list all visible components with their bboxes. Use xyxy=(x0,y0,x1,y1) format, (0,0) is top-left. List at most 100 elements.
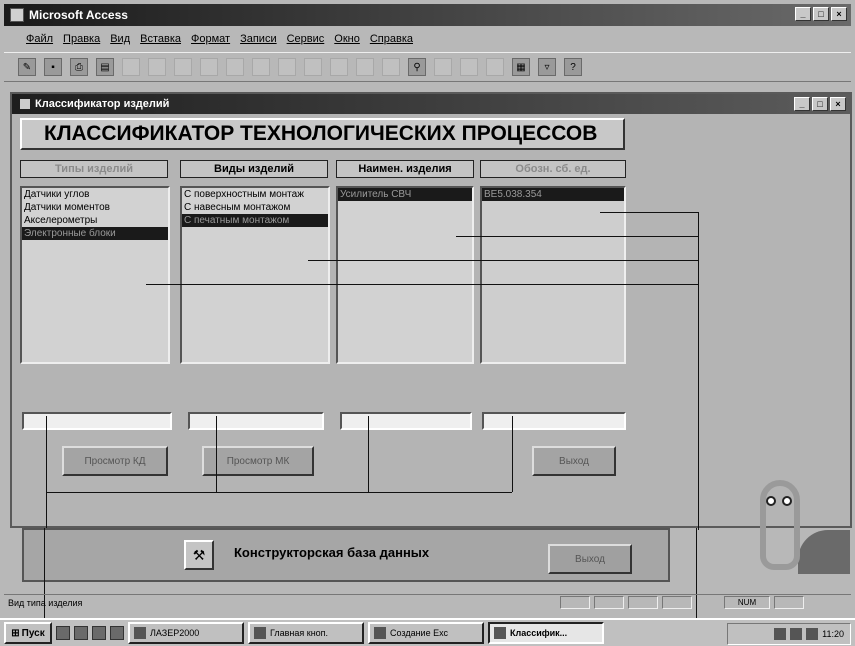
minimize-button[interactable]: _ xyxy=(795,7,811,21)
design-view-icon[interactable]: ✎ xyxy=(18,58,36,76)
form-exit-button[interactable]: Выход xyxy=(532,446,616,476)
names-filter-field[interactable] xyxy=(340,412,472,430)
volume-icon[interactable] xyxy=(790,628,803,640)
start-label: Пуск xyxy=(21,627,45,639)
callout-line xyxy=(216,416,217,492)
paste-icon[interactable] xyxy=(200,58,218,76)
task-classifier[interactable]: Классифик... xyxy=(488,622,604,644)
switchboard-form: ⚒ Конструкторская база данных Выход xyxy=(22,528,670,582)
task-label: ЛАЗЕР2000 xyxy=(150,628,200,638)
save-icon[interactable]: ▪ xyxy=(44,58,62,76)
form-close-button[interactable]: × xyxy=(830,97,846,111)
list-item-selected[interactable]: ВЕ5.038.354 xyxy=(482,188,624,201)
form-minimize-button[interactable]: _ xyxy=(794,97,810,111)
task-label: Главная кноп. xyxy=(270,628,329,638)
spelling-icon[interactable] xyxy=(122,58,140,76)
menu-tools[interactable]: Сервис xyxy=(287,33,325,45)
form-window-controls: _ □ × xyxy=(794,97,846,111)
form-icon xyxy=(254,627,266,639)
form-header: КЛАССИФИКАТОР ТЕХНОЛОГИЧЕСКИХ ПРОЦЕССОВ xyxy=(20,118,625,150)
form-maximize-button[interactable]: □ xyxy=(812,97,828,111)
menu-edit[interactable]: Правка xyxy=(63,33,100,45)
apply-filter-icon[interactable] xyxy=(382,58,400,76)
help-icon[interactable]: ? xyxy=(564,58,582,76)
view-kd-button[interactable]: Просмотр КД xyxy=(62,446,168,476)
close-button[interactable]: × xyxy=(831,7,847,21)
list-product-types[interactable]: Датчики углов Датчики моментов Акселером… xyxy=(20,186,170,364)
print-preview-icon[interactable]: ▤ xyxy=(96,58,114,76)
insert-hyperlink-icon[interactable] xyxy=(278,58,296,76)
status-panel xyxy=(594,596,624,609)
callout-line xyxy=(512,416,513,492)
list-item[interactable]: С навесным монтажом xyxy=(182,201,328,214)
database-window-icon[interactable]: ▦ xyxy=(512,58,530,76)
menu-window[interactable]: Окно xyxy=(334,33,360,45)
list-item-selected[interactable]: Электронные блоки xyxy=(22,227,168,240)
cut-icon[interactable] xyxy=(148,58,166,76)
menu-insert[interactable]: Вставка xyxy=(140,33,181,45)
menu-help[interactable]: Справка xyxy=(370,33,413,45)
view-mk-button[interactable]: Просмотр МК xyxy=(202,446,314,476)
switchboard-exit-button[interactable]: Выход xyxy=(548,544,632,574)
channels-icon[interactable] xyxy=(110,626,124,640)
clock: 11:20 xyxy=(822,629,844,639)
status-text: Вид типа изделия xyxy=(8,597,83,608)
task-laser2000[interactable]: ЛАЗЕР2000 xyxy=(128,622,244,644)
undo-icon[interactable] xyxy=(252,58,270,76)
copy-icon[interactable] xyxy=(174,58,192,76)
list-item[interactable]: Акселерометры xyxy=(22,214,168,227)
task-create[interactable]: Создание Ехс xyxy=(368,622,484,644)
delete-record-icon[interactable] xyxy=(460,58,478,76)
print-icon[interactable]: ⎙ xyxy=(70,58,88,76)
paperclip-icon xyxy=(760,480,800,570)
status-panel xyxy=(628,596,658,609)
list-item[interactable]: Датчики моментов xyxy=(22,201,168,214)
menu-view[interactable]: Вид xyxy=(110,33,130,45)
scheduler-icon[interactable] xyxy=(806,628,819,640)
list-item-selected[interactable]: С печатным монтажом xyxy=(182,214,328,227)
new-object-icon[interactable]: ▿ xyxy=(538,58,556,76)
kinds-filter-field[interactable] xyxy=(188,412,324,430)
new-record-icon[interactable] xyxy=(434,58,452,76)
desktop-icon[interactable] xyxy=(56,626,70,640)
designations-filter-field[interactable] xyxy=(482,412,626,430)
column-header-designations: Обозн. сб. ед. xyxy=(480,160,626,178)
format-painter-icon[interactable] xyxy=(226,58,244,76)
task-main-switchboard[interactable]: Главная кноп. xyxy=(248,622,364,644)
windows-taskbar: ⊞ Пуск ЛАЗЕР2000 Главная кноп. Создание … xyxy=(0,618,855,646)
list-item[interactable]: С поверхностным монтаж xyxy=(182,188,328,201)
keyboard-layout-icon[interactable] xyxy=(774,628,787,640)
menu-file[interactable]: Файл xyxy=(26,33,53,45)
callout-line xyxy=(368,416,369,492)
column-header-kinds: Виды изделий xyxy=(180,160,328,178)
column-header-names: Наимен. изделия xyxy=(336,160,474,178)
callout-line xyxy=(46,416,47,530)
app-window-controls: _ □ × xyxy=(795,7,847,21)
mail-icon[interactable] xyxy=(92,626,106,640)
office-assistant-clippy[interactable] xyxy=(740,470,850,590)
form-icon xyxy=(20,99,30,109)
sort-ascending-icon[interactable] xyxy=(304,58,322,76)
form-title: Классификатор изделий xyxy=(35,98,170,110)
list-product-kinds[interactable]: С поверхностным монтаж С навесным монтаж… xyxy=(180,186,330,364)
find-icon[interactable]: ⚲ xyxy=(408,58,426,76)
list-item[interactable]: Датчики углов xyxy=(22,188,168,201)
callout-line xyxy=(308,260,698,261)
callout-line xyxy=(698,212,699,530)
list-product-names[interactable]: Усилитель СВЧ xyxy=(336,186,474,364)
browser-icon[interactable] xyxy=(74,626,88,640)
callout-line xyxy=(600,212,698,213)
sort-descending-icon[interactable] xyxy=(330,58,348,76)
filter-by-selection-icon[interactable] xyxy=(356,58,374,76)
hammer-icon[interactable]: ⚒ xyxy=(184,540,214,570)
start-button[interactable]: ⊞ Пуск xyxy=(4,622,52,644)
callout-line xyxy=(456,236,698,237)
eye-icon xyxy=(766,496,776,506)
maximize-button[interactable]: □ xyxy=(813,7,829,21)
types-filter-field[interactable] xyxy=(22,412,172,430)
menu-records[interactable]: Записи xyxy=(240,33,277,45)
menu-format[interactable]: Формат xyxy=(191,33,230,45)
properties-icon[interactable] xyxy=(486,58,504,76)
list-item-selected[interactable]: Усилитель СВЧ xyxy=(338,188,472,201)
form-titlebar: Классификатор изделий _ □ × xyxy=(12,94,850,114)
